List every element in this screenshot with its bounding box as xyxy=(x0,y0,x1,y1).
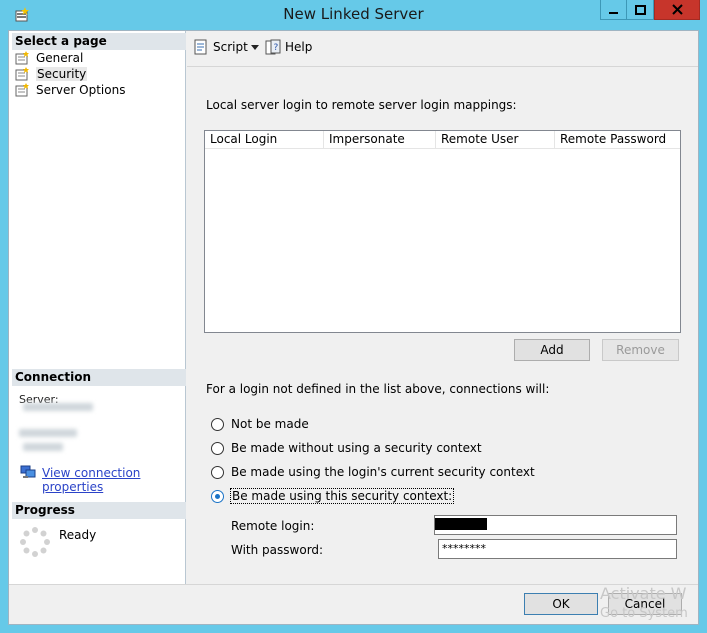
select-page-header: Select a page xyxy=(12,33,186,50)
title-bar: New Linked Server xyxy=(0,0,707,30)
close-button[interactable] xyxy=(654,0,700,20)
help-label: Help xyxy=(285,40,313,54)
remote-login-label: Remote login: xyxy=(231,519,315,533)
progress-status: Ready xyxy=(59,528,97,542)
maximize-icon xyxy=(634,4,646,15)
grid-header: Local Login Impersonate Remote User Remo… xyxy=(205,131,680,149)
column-remote-user[interactable]: Remote User xyxy=(436,131,555,149)
login-mappings-grid[interactable]: Local Login Impersonate Remote User Remo… xyxy=(204,130,681,333)
radio-label: Be made using this security context: xyxy=(229,488,455,504)
password-label: With password: xyxy=(231,543,324,557)
redacted-connection-text xyxy=(19,429,77,437)
column-impersonate[interactable]: Impersonate xyxy=(324,131,436,149)
radio-without-security-context[interactable]: Be made without using a security context xyxy=(211,441,482,455)
progress-header: Progress xyxy=(12,502,186,519)
radio-label: Not be made xyxy=(231,417,309,431)
connection-header: Connection xyxy=(12,369,186,386)
remote-login-input[interactable] xyxy=(434,515,677,535)
column-local-login[interactable]: Local Login xyxy=(205,131,324,149)
page-server-options-label: Server Options xyxy=(36,83,126,97)
radio-circle xyxy=(211,465,224,479)
radio-circle xyxy=(211,417,224,431)
add-button[interactable]: Add xyxy=(514,339,590,361)
progress-spinner-icon xyxy=(20,527,50,557)
dialog-body: Select a page General Security Server Op… xyxy=(8,30,699,625)
svg-text:?: ? xyxy=(274,43,279,53)
page-general-label: General xyxy=(36,51,84,65)
security-page: Local server login to remote server logi… xyxy=(187,68,698,584)
page-security[interactable]: Security xyxy=(15,66,88,82)
connection-properties-icon xyxy=(20,465,36,478)
close-icon xyxy=(671,4,683,15)
mapping-label: Local server login to remote server logi… xyxy=(206,98,517,112)
ok-button[interactable]: OK xyxy=(524,593,598,615)
password-input[interactable]: ******** xyxy=(438,539,677,559)
radio-current-security-context[interactable]: Be made using the login's current securi… xyxy=(211,465,535,479)
radio-label: Be made without using a security context xyxy=(231,441,482,455)
script-dropdown-chevron-down-icon[interactable] xyxy=(251,45,259,50)
radio-circle xyxy=(211,441,224,455)
page-icon xyxy=(15,67,29,81)
dialog-footer: OK Cancel xyxy=(9,584,698,624)
redacted-server-name xyxy=(23,403,93,411)
help-icon: ? xyxy=(265,39,281,55)
window: New Linked Server Select a page General … xyxy=(0,0,707,633)
undefined-login-label: For a login not defined in the list abov… xyxy=(206,382,550,396)
page-general[interactable]: General xyxy=(15,50,83,66)
activation-watermark-line2: Go to System xyxy=(600,606,688,621)
activation-watermark-line1: Activate W xyxy=(600,584,687,603)
left-pane: Select a page General Security Server Op… xyxy=(9,31,186,584)
script-icon xyxy=(194,39,207,55)
minimize-button[interactable] xyxy=(600,0,627,20)
remove-button[interactable]: Remove xyxy=(602,339,679,361)
minimize-icon xyxy=(608,11,618,14)
page-icon xyxy=(15,51,29,65)
redacted-connection-text xyxy=(23,443,63,451)
radio-label: Be made using the login's current securi… xyxy=(231,465,535,479)
page-security-label: Security xyxy=(36,67,88,81)
radio-this-security-context[interactable]: Be made using this security context: xyxy=(211,488,455,504)
column-remote-password[interactable]: Remote Password xyxy=(555,131,680,149)
radio-not-be-made[interactable]: Not be made xyxy=(211,417,309,431)
redacted-remote-login xyxy=(435,518,487,530)
maximize-button[interactable] xyxy=(626,0,654,20)
script-button[interactable]: Script xyxy=(193,39,248,55)
script-label: Script xyxy=(213,40,248,54)
help-button[interactable]: ? Help xyxy=(265,39,312,55)
page-icon xyxy=(15,83,29,97)
toolbar: Script ? Help xyxy=(187,31,698,67)
page-server-options[interactable]: Server Options xyxy=(15,82,125,98)
view-connection-properties-link[interactable]: View connection properties xyxy=(42,466,185,494)
radio-circle-selected xyxy=(211,489,224,503)
